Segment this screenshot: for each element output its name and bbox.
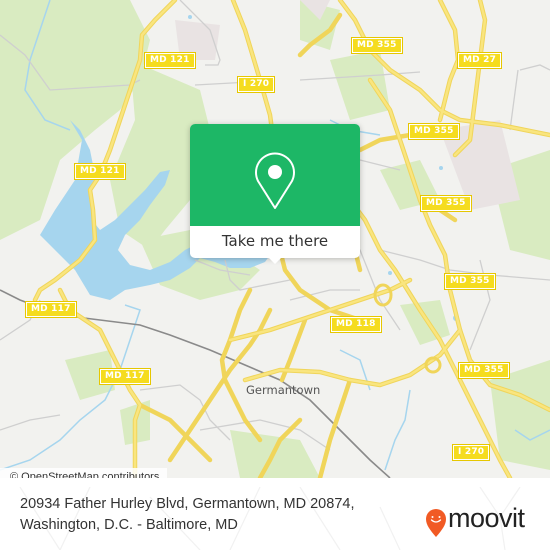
map-attribution[interactable]: © OpenStreetMap contributors xyxy=(0,468,168,478)
place-label-germantown: Germantown xyxy=(246,383,321,397)
route-shield-i270: I 270 xyxy=(236,76,276,93)
popup-header[interactable] xyxy=(190,124,360,226)
take-me-there-button[interactable]: Take me there xyxy=(190,228,360,254)
map-canvas[interactable]: MD 121 I 270 MD 355 MD 27 MD 121 MD 355 … xyxy=(0,0,550,478)
route-shield-md117: MD 117 xyxy=(99,368,151,385)
map-pin-icon xyxy=(255,152,295,209)
popup-pointer xyxy=(267,256,283,264)
attribution-text: © OpenStreetMap contributors xyxy=(10,471,160,478)
route-shield-md27: MD 27 xyxy=(456,52,503,69)
route-shield-md118: MD 118 xyxy=(330,316,382,333)
location-popup[interactable]: Take me there xyxy=(190,124,360,264)
route-shield-md355: MD 355 xyxy=(458,362,510,379)
route-shield-md355: MD 355 xyxy=(420,195,472,212)
address-text: 20934 Father Hurley Blvd, Germantown, MD… xyxy=(20,496,355,533)
route-shield-md355: MD 355 xyxy=(444,273,496,290)
route-shield-md117: MD 117 xyxy=(25,301,77,318)
route-shield-i270: I 270 xyxy=(451,444,491,461)
route-shield-md121: MD 121 xyxy=(144,52,196,69)
route-shield-md355: MD 355 xyxy=(408,123,460,140)
route-shield-md355: MD 355 xyxy=(351,37,403,54)
moovit-pin-icon xyxy=(426,509,446,537)
moovit-wordmark: moovit xyxy=(448,503,525,533)
route-shield-md121: MD 121 xyxy=(74,163,126,180)
